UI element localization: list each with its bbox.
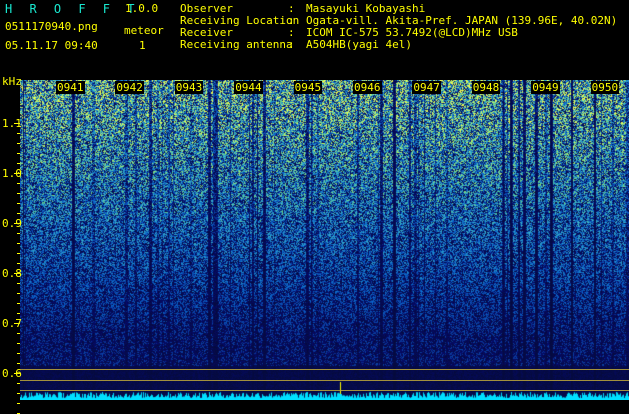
y-tick-mark (17, 243, 20, 244)
y-tick-mark (14, 123, 20, 124)
reference-line-middle (20, 380, 629, 381)
reference-line-upper (20, 369, 629, 370)
y-tick-mark (17, 343, 20, 344)
y-tick-mark (17, 133, 20, 134)
y-tick-mark (17, 163, 20, 164)
spectrogram-display (20, 80, 629, 400)
y-tick-mark (17, 283, 20, 284)
time-tick-label: 0950 (590, 81, 620, 94)
time-tick-label: 0948 (471, 81, 501, 94)
time-tick-label: 0945 (293, 81, 323, 94)
y-tick-mark (14, 323, 20, 324)
spectrogram-canvas (20, 80, 629, 400)
y-tick-mark (17, 333, 20, 334)
time-tick-label: 0944 (234, 81, 263, 94)
y-tick-mark (17, 363, 20, 364)
y-tick-mark (17, 203, 20, 204)
y-tick-mark (17, 393, 20, 394)
time-tick-label: 0941 (56, 81, 85, 94)
y-tick-mark (17, 293, 20, 294)
y-tick-mark (17, 403, 20, 404)
y-tick-mark (17, 303, 20, 304)
y-tick-mark (17, 183, 20, 184)
meteor-label: meteor (124, 24, 164, 37)
reference-line-lower (20, 390, 629, 391)
app-name: H R O F F T (5, 2, 140, 16)
time-tick-label: 0949 (531, 81, 560, 94)
time-tick-label: 0947 (412, 81, 441, 94)
app-version: 1.0.0 (125, 2, 159, 15)
y-tick-mark (17, 143, 20, 144)
y-tick-mark (17, 193, 20, 194)
station-info: Observer: Masayuki Kobayashi Receiving Lo… (180, 3, 617, 51)
y-tick-mark (17, 233, 20, 234)
y-tick-mark (14, 173, 20, 174)
y-axis-unit: kHz (2, 75, 22, 88)
y-tick-mark (17, 383, 20, 384)
y-tick-mark (17, 213, 20, 214)
antenna-key: Receiving antenna (180, 38, 293, 51)
y-tick-mark (17, 263, 20, 264)
y-tick-mark (14, 373, 20, 374)
y-tick-mark (17, 153, 20, 154)
y-tick-mark (14, 223, 20, 224)
time-tick-label: 0946 (353, 81, 382, 94)
time-tick-label: 0942 (115, 81, 144, 94)
y-tick-mark (17, 353, 20, 354)
antenna-colon: : (288, 38, 295, 51)
antenna-row: Receiving antenna: A504HB(yagi 4el) (180, 39, 617, 51)
meteor-count: 1 (139, 39, 146, 52)
file-name: 0511170940.png (5, 20, 98, 33)
y-tick-mark (17, 313, 20, 314)
y-tick-mark (14, 273, 20, 274)
file-datetime: 05.11.17 09:40 (5, 39, 98, 52)
antenna-value: A504HB(yagi 4el) (306, 38, 412, 51)
time-tick-label: 0943 (174, 81, 204, 94)
y-tick-mark (17, 253, 20, 254)
